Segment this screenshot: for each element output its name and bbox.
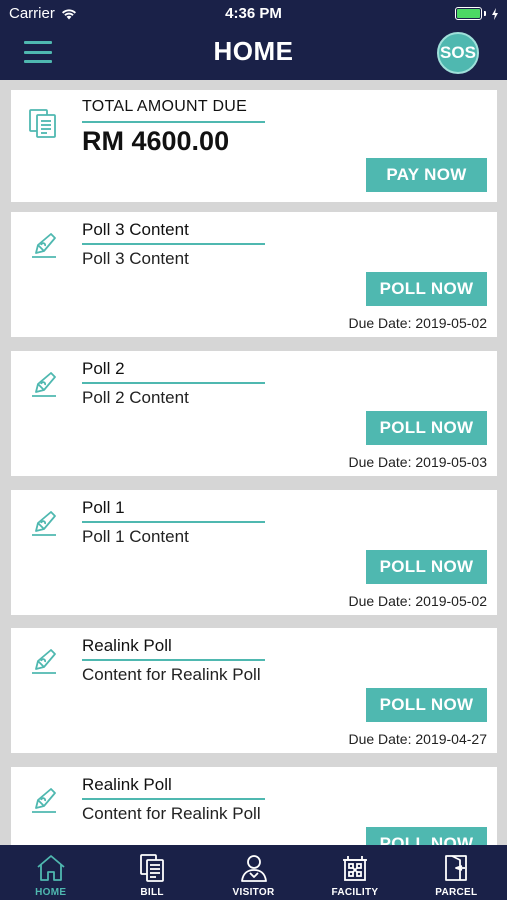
poll-now-button[interactable]: POLL NOW	[366, 827, 487, 845]
poll-now-button[interactable]: POLL NOW	[366, 688, 487, 722]
poll-pen-icon	[32, 649, 56, 674]
poll-title: Poll 3 Content	[82, 220, 189, 239]
tab-label: FACILITY	[331, 887, 379, 898]
tab-bill[interactable]: BILL	[101, 845, 202, 900]
home-icon	[37, 855, 65, 881]
title-divider	[82, 659, 265, 661]
visitor-icon	[240, 855, 267, 882]
poll-content: Content for Realink Poll	[82, 665, 261, 684]
bill-icon	[140, 854, 165, 882]
poll-content: Poll 2 Content	[82, 388, 189, 407]
title-divider	[82, 798, 265, 800]
poll-title: Realink Poll	[82, 775, 172, 794]
poll-card: Realink Poll Content for Realink Poll PO…	[11, 767, 497, 845]
due-date: Due Date: 2019-05-03	[348, 454, 487, 470]
poll-card: Poll 2 Poll 2 Content POLL NOW Due Date:…	[11, 351, 497, 476]
poll-card: Poll 1 Poll 1 Content POLL NOW Due Date:…	[11, 490, 497, 615]
poll-pen-icon	[32, 372, 56, 397]
poll-now-button[interactable]: POLL NOW	[366, 550, 487, 584]
poll-card: Realink Poll Content for Realink Poll PO…	[11, 628, 497, 753]
bottom-tab-bar: HOME BILL VISITOR FACILITY PARCEL	[0, 845, 507, 900]
battery-indicator	[455, 7, 499, 20]
poll-pen-icon	[32, 233, 56, 258]
poll-title: Poll 1	[82, 498, 125, 517]
title-divider	[82, 243, 265, 245]
poll-content: Poll 1 Content	[82, 527, 189, 546]
tab-label: BILL	[140, 887, 164, 898]
facility-icon	[342, 856, 367, 881]
title-divider	[82, 382, 265, 384]
total-amount-label: TOTAL AMOUNT DUE	[82, 98, 248, 115]
title-divider	[82, 521, 265, 523]
poll-content: Content for Realink Poll	[82, 804, 261, 823]
tab-visitor[interactable]: VISITOR	[203, 845, 304, 900]
battery-fill	[457, 9, 480, 18]
total-amount-value: RM 4600.00	[82, 126, 230, 156]
title-divider	[82, 121, 265, 123]
poll-pen-icon	[32, 511, 56, 536]
tab-facility[interactable]: FACILITY	[304, 845, 405, 900]
pay-now-button[interactable]: PAY NOW	[366, 158, 487, 192]
bill-icon	[29, 109, 56, 138]
tab-label: HOME	[35, 887, 67, 898]
poll-title: Poll 2	[82, 359, 125, 378]
due-date: Due Date: 2019-04-27	[348, 731, 487, 747]
page-title: HOME	[213, 36, 294, 66]
parcel-icon	[445, 855, 468, 881]
status-bar: Carrier 4:36 PM	[0, 0, 507, 28]
due-date: Due Date: 2019-05-02	[348, 315, 487, 331]
app-header: HOME SOS	[0, 28, 507, 80]
poll-now-button[interactable]: POLL NOW	[366, 272, 487, 306]
battery-icon	[455, 7, 482, 20]
sos-button[interactable]: SOS	[437, 32, 479, 74]
tab-parcel[interactable]: PARCEL	[406, 845, 507, 900]
sos-label: SOS	[440, 43, 476, 62]
tab-label: PARCEL	[435, 887, 478, 898]
tab-label: VISITOR	[232, 887, 275, 898]
poll-pen-icon	[32, 788, 56, 813]
due-date: Due Date: 2019-05-02	[348, 593, 487, 609]
charging-bolt-icon	[492, 7, 498, 20]
tab-home[interactable]: HOME	[0, 845, 101, 900]
poll-card: Poll 3 Content Poll 3 Content POLL NOW D…	[11, 212, 497, 337]
clock: 4:36 PM	[225, 5, 282, 22]
poll-title: Realink Poll	[82, 636, 172, 655]
total-amount-card: TOTAL AMOUNT DUE RM 4600.00 PAY NOW	[11, 90, 497, 202]
home-feed[interactable]: TOTAL AMOUNT DUE RM 4600.00 PAY NOW Poll…	[0, 80, 507, 845]
poll-content: Poll 3 Content	[82, 249, 189, 268]
poll-now-button[interactable]: POLL NOW	[366, 411, 487, 445]
